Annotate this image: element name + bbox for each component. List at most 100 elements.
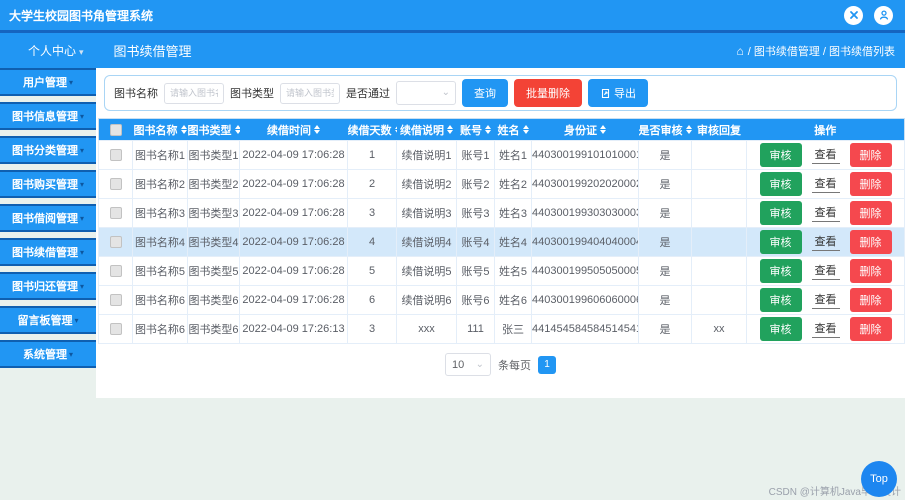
sort-icon[interactable]: [447, 125, 453, 134]
row-checkbox[interactable]: [109, 265, 122, 278]
review-button[interactable]: 审核: [759, 172, 802, 196]
sidebar-item[interactable]: 图书信息管理: [0, 102, 96, 130]
sort-icon[interactable]: [485, 125, 491, 134]
action-buttons: 审核 查看 删除: [748, 259, 904, 283]
cell-renew-desc: 续借说明6: [396, 285, 457, 315]
sort-icon[interactable]: [180, 125, 187, 134]
delete-button[interactable]: 删除: [849, 230, 892, 254]
cell-renew-desc: 续借说明3: [396, 198, 457, 228]
column-header[interactable]: 姓名: [494, 118, 532, 141]
sidebar-item[interactable]: 系统管理: [0, 340, 96, 368]
cell-renew-days: 3: [347, 314, 397, 344]
breadcrumb-item[interactable]: 图书续借管理: [754, 46, 820, 58]
sidebar-item[interactable]: 图书借阅管理: [0, 204, 96, 232]
breadcrumb-separator: /: [819, 45, 829, 58]
review-button[interactable]: 审核: [759, 143, 802, 167]
review-button[interactable]: 审核: [759, 259, 802, 283]
column-header[interactable]: 图书类型: [187, 118, 240, 141]
sort-icon[interactable]: [394, 125, 397, 134]
delete-button[interactable]: 删除: [849, 172, 892, 196]
delete-button[interactable]: 删除: [849, 288, 892, 312]
sub-header-bar: 个人中心 图书续借管理 ⌂ / 图书续借管理 / 图书续借列表: [0, 33, 905, 68]
book-type-label: 图书类型: [230, 88, 274, 100]
query-button[interactable]: 查询: [462, 79, 508, 107]
column-header[interactable]: 续借说明: [396, 118, 457, 141]
view-link[interactable]: 查看: [811, 204, 840, 222]
cell-account: 账号1: [456, 140, 495, 170]
book-type-input[interactable]: [280, 82, 340, 104]
row-checkbox[interactable]: [109, 178, 122, 191]
row-checkbox[interactable]: [109, 294, 122, 307]
book-name-label: 图书名称: [114, 88, 158, 100]
view-link[interactable]: 查看: [811, 291, 840, 309]
cell-renew-desc: 续借说明1: [396, 140, 457, 170]
main-panel: 图书名称 图书类型 是否通过 查询 批量删除 导出 图书名称图书类型续借时间续借…: [96, 68, 905, 398]
select-all-checkbox[interactable]: [109, 123, 122, 136]
sidebar-item[interactable]: 图书购买管理: [0, 170, 96, 198]
cell-actions: 审核 查看 删除: [746, 227, 905, 257]
row-checkbox[interactable]: [109, 323, 122, 336]
review-button[interactable]: 审核: [759, 201, 802, 225]
sidebar-item[interactable]: 图书分类管理: [0, 136, 96, 164]
column-header[interactable]: 续借天数: [347, 118, 397, 141]
delete-button[interactable]: 删除: [849, 317, 892, 341]
cell-renew-desc: xxx: [396, 314, 457, 344]
sort-icon[interactable]: [234, 125, 240, 134]
sort-icon[interactable]: [522, 125, 529, 134]
table-row: 图书名称5 图书类型5 2022-04-09 17:06:28 5 续借说明5 账号5 姓名…: [98, 256, 905, 286]
pass-select[interactable]: [396, 81, 456, 105]
review-button[interactable]: 审核: [759, 317, 802, 341]
delete-button[interactable]: 删除: [849, 259, 892, 283]
cell-name: 姓名1: [494, 140, 532, 170]
pass-label: 是否通过: [346, 88, 390, 100]
row-checkbox[interactable]: [109, 149, 122, 162]
sidebar: 用户管理图书信息管理图书分类管理图书购买管理图书借阅管理图书续借管理图书归还管理…: [0, 68, 96, 374]
batch-delete-button[interactable]: 批量删除: [514, 79, 582, 107]
column-header[interactable]: 续借时间: [239, 118, 348, 141]
delete-button[interactable]: 删除: [849, 201, 892, 225]
view-link[interactable]: 查看: [811, 146, 840, 164]
cell-actions: 审核 查看 删除: [746, 256, 905, 286]
cell-renew-days: 5: [347, 256, 397, 286]
home-icon[interactable]: ⌂: [736, 44, 743, 58]
column-header[interactable]: 账号: [456, 118, 495, 141]
view-link[interactable]: 查看: [811, 175, 840, 193]
cell-book-type: 图书类型2: [187, 169, 240, 199]
breadcrumb-item[interactable]: 图书续借列表: [829, 46, 895, 58]
sidebar-item[interactable]: 图书归还管理: [0, 272, 96, 300]
user-icon[interactable]: [874, 5, 893, 25]
pagination: 10 条每页 1: [96, 353, 905, 376]
cell-book-type: 图书类型6: [187, 314, 240, 344]
cell-id-card: 440300199303030003: [531, 198, 639, 228]
back-to-top-button[interactable]: Top: [861, 461, 897, 497]
cell-book-type: 图书类型4: [187, 227, 240, 257]
personal-center-menu[interactable]: 个人中心: [28, 42, 84, 59]
cell-checkbox: [98, 227, 133, 257]
view-link[interactable]: 查看: [811, 320, 840, 338]
view-link[interactable]: 查看: [811, 233, 840, 251]
column-header-label: 审核回复: [697, 124, 741, 137]
delete-button[interactable]: 删除: [849, 143, 892, 167]
view-link[interactable]: 查看: [811, 262, 840, 280]
review-button[interactable]: 审核: [759, 288, 802, 312]
column-header[interactable]: 身份证: [531, 118, 639, 141]
cell-book-type: 图书类型5: [187, 256, 240, 286]
sidebar-item[interactable]: 用户管理: [0, 68, 96, 96]
column-header[interactable]: 是否审核: [638, 118, 692, 141]
review-button[interactable]: 审核: [759, 230, 802, 254]
sidebar-item[interactable]: 留言板管理: [0, 306, 96, 334]
page-number-button[interactable]: 1: [538, 355, 556, 374]
sort-icon[interactable]: [600, 125, 606, 134]
sort-icon[interactable]: [685, 125, 692, 134]
page-size-select[interactable]: 10: [445, 353, 491, 376]
row-checkbox[interactable]: [109, 207, 122, 220]
cell-review-reply: [691, 227, 747, 257]
sort-icon[interactable]: [314, 125, 320, 134]
sidebar-item[interactable]: 图书续借管理: [0, 238, 96, 266]
cell-id-card: 440300199606060006: [531, 285, 639, 315]
fullscreen-icon[interactable]: [844, 5, 863, 25]
book-name-input[interactable]: [164, 82, 224, 104]
column-header[interactable]: 图书名称: [132, 118, 188, 141]
row-checkbox[interactable]: [109, 236, 122, 249]
export-button[interactable]: 导出: [588, 79, 648, 107]
